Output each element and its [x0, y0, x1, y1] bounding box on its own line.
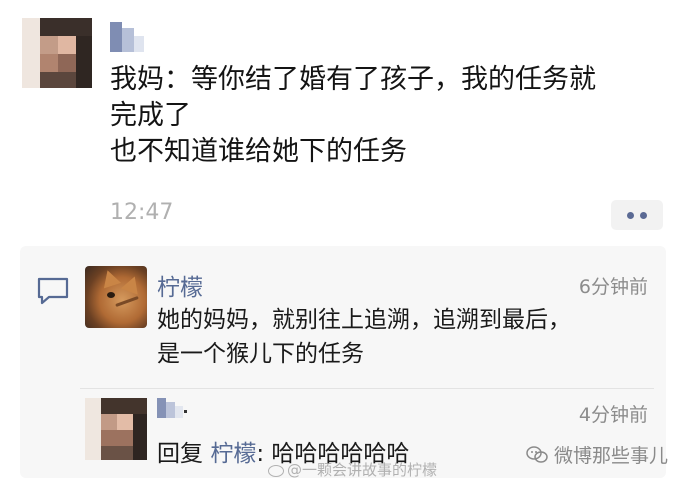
commenter-name[interactable]: 柠檬	[157, 268, 203, 302]
replier-avatar[interactable]	[85, 398, 147, 460]
comment-text-line: 是一个猴儿下的任务	[157, 341, 364, 367]
post-text-line: 也不知道谁给她下的任务	[110, 136, 407, 167]
more-options-button[interactable]	[611, 200, 663, 230]
post-text-line: 我妈：等你结了婚有了孩子，我的任务就	[110, 64, 596, 95]
wechat-watermark-text: 微博那些事儿	[553, 445, 668, 467]
weibo-watermark: @一颗会讲故事的柠檬	[268, 459, 437, 480]
poster-name-blurred[interactable]	[110, 22, 144, 52]
wechat-watermark: 微博那些事儿	[526, 441, 668, 468]
reply-timestamp: 4分钟前	[578, 404, 648, 426]
wechat-logo-icon	[526, 445, 548, 463]
reply-divider	[80, 388, 654, 389]
poster-avatar[interactable]	[22, 18, 92, 88]
replier-name-blurred[interactable]	[157, 398, 183, 418]
post-text: 我妈：等你结了婚有了孩子，我的任务就 完成了 也不知道谁给她下的任务	[110, 62, 670, 170]
reply-prefix: 回复	[157, 441, 203, 467]
commenter-avatar[interactable]	[85, 266, 147, 328]
post-timestamp: 12:47	[110, 200, 174, 225]
replier-name-dot	[184, 410, 187, 413]
post-text-line: 完成了	[110, 100, 191, 131]
comment-bubble-icon	[37, 277, 69, 305]
reply-mention-link[interactable]: 柠檬	[210, 441, 256, 467]
weibo-logo-icon	[268, 464, 284, 477]
comment-text-line: 她的妈妈，就别往上追溯，追溯到最后，	[157, 307, 571, 333]
weibo-watermark-text: @一颗会讲故事的柠檬	[287, 461, 438, 479]
comment-timestamp: 6分钟前	[578, 276, 648, 298]
comment-text: 她的妈妈，就别往上追溯，追溯到最后， 是一个猴儿下的任务	[157, 303, 657, 371]
